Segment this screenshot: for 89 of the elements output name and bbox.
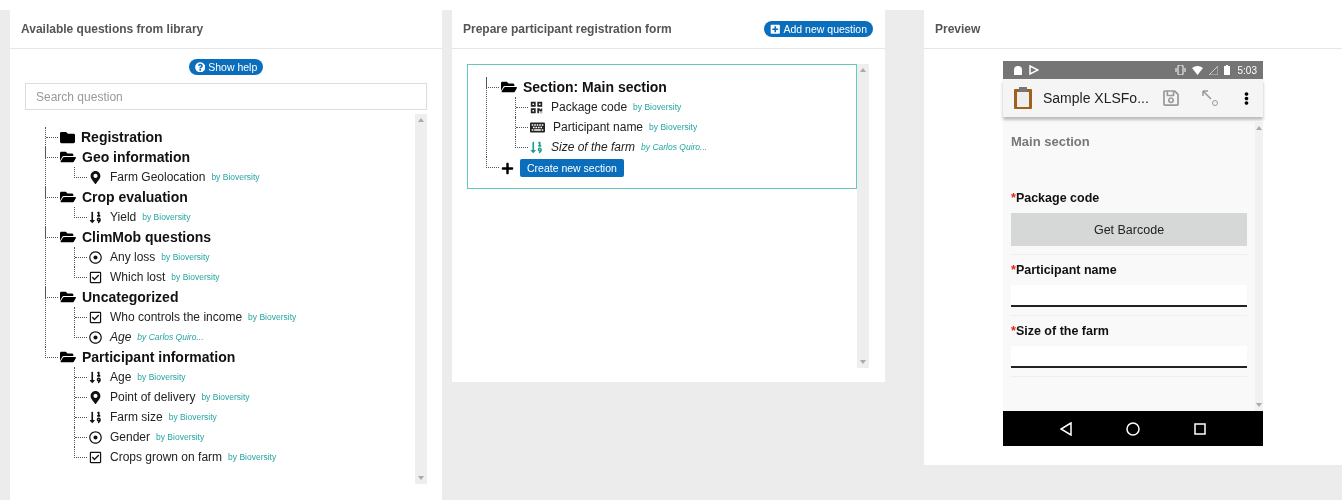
author-label: by Bioversity [248, 312, 297, 322]
folder-label[interactable]: Geo information [82, 149, 191, 165]
battery-icon [1223, 65, 1230, 75]
recents-icon[interactable] [1194, 422, 1206, 435]
radio-icon [89, 250, 102, 264]
tree-connector [74, 167, 87, 178]
question-label[interactable]: Any loss [110, 250, 156, 264]
signal-icon [1208, 65, 1218, 75]
map-pin-icon [89, 390, 102, 404]
folder-open-icon[interactable] [60, 189, 76, 205]
wifi-icon [1191, 65, 1203, 75]
folder-icon[interactable] [60, 129, 75, 145]
field-label: *Package code [1011, 191, 1101, 205]
question-label[interactable]: Farm Geolocation [110, 170, 206, 184]
scrollbar[interactable] [1255, 122, 1263, 411]
question-label[interactable]: Yield [110, 210, 137, 224]
android-icon [1013, 65, 1023, 75]
folder-open-icon[interactable] [60, 229, 76, 245]
question-label[interactable]: Crops grown on farm [110, 450, 223, 464]
field-label: *Participant name [1011, 263, 1118, 277]
author-label: by Bioversity [161, 252, 210, 262]
plus-icon [501, 161, 514, 175]
plus-icon [770, 23, 781, 35]
section-title: Main section [1011, 134, 1091, 149]
clock-time: 5:03 [1237, 64, 1257, 76]
show-help-button[interactable]: Show help [188, 59, 264, 75]
folder-label[interactable]: Crop evaluation [82, 189, 188, 205]
folder-label[interactable]: Registration [81, 129, 163, 145]
search-field[interactable]: Search question [25, 83, 427, 110]
radio-icon [89, 430, 102, 444]
text-input[interactable] [1011, 285, 1247, 307]
folder-label[interactable]: Section: Main section [523, 79, 667, 95]
checkbox-icon [89, 450, 102, 464]
question-label[interactable]: Point of delivery [110, 390, 196, 404]
author-label: by Bioversity [228, 452, 277, 462]
panel-title: Prepare participant registration form [463, 22, 672, 36]
get-barcode-button[interactable]: Get Barcode [1011, 213, 1247, 246]
question-label[interactable]: Package code [551, 100, 628, 114]
clipboard-icon [1013, 86, 1033, 110]
map-pin-icon [89, 170, 102, 184]
scrollbar[interactable] [415, 114, 427, 484]
panel-title: Available questions from library [21, 22, 204, 36]
author-label: by Bioversity [171, 272, 220, 282]
folder-open-icon[interactable] [60, 149, 76, 165]
help-icon [194, 61, 206, 73]
author-label: by Bioversity [633, 102, 682, 112]
back-icon[interactable] [1060, 421, 1072, 436]
author-label: by Bioversity [168, 412, 217, 422]
numeric-sort-icon [89, 210, 102, 224]
author-label: by Bioversity [649, 122, 698, 132]
create-section-button[interactable]: Create new section [520, 159, 624, 177]
author-label: by Bioversity [156, 432, 205, 442]
play-icon [1029, 65, 1039, 75]
author-label: by Bioversity [201, 392, 250, 402]
folder-open-icon[interactable] [60, 349, 76, 365]
numeric-sort-icon [89, 370, 102, 384]
folder-open-icon[interactable] [60, 289, 76, 305]
author-label: by Carlos Quiro... [641, 142, 708, 152]
author-label: by Carlos Quiro... [137, 332, 204, 342]
numeric-sort-icon [89, 410, 102, 424]
question-label[interactable]: Farm size [110, 410, 163, 424]
question-label[interactable]: Gender [110, 430, 151, 444]
text-input[interactable] [1011, 346, 1247, 368]
folder-label[interactable]: Participant information [82, 349, 236, 365]
author-label: by Bioversity [137, 372, 186, 382]
app-title: Sample XLSFo... [1043, 90, 1150, 106]
radio-icon [89, 330, 102, 344]
field-label: *Size of the farm [1011, 324, 1110, 338]
folder-open-icon[interactable] [501, 79, 517, 95]
add-question-button[interactable]: Add new question [764, 21, 873, 37]
checkbox-icon [89, 270, 102, 284]
question-label[interactable]: Age [110, 330, 132, 344]
panel-title: Preview [935, 22, 981, 36]
folder-label[interactable]: Uncategorized [82, 289, 179, 305]
author-label: by Bioversity [211, 172, 260, 182]
tree-connector [74, 207, 87, 218]
save-icon[interactable] [1162, 89, 1180, 107]
pointer-icon[interactable] [1200, 88, 1220, 108]
home-icon[interactable] [1126, 421, 1140, 436]
question-label[interactable]: Who controls the income [110, 310, 243, 324]
question-label[interactable]: Participant name [553, 120, 644, 134]
question-label[interactable]: Which lost [110, 270, 166, 284]
question-label[interactable]: Age [110, 370, 132, 384]
checkbox-icon [89, 310, 102, 324]
question-label[interactable]: Size of the farm [551, 140, 636, 154]
vibrate-icon [1174, 65, 1186, 75]
author-label: by Bioversity [142, 212, 191, 222]
folder-label[interactable]: ClimMob questions [82, 229, 212, 245]
scrollbar[interactable] [857, 64, 869, 368]
